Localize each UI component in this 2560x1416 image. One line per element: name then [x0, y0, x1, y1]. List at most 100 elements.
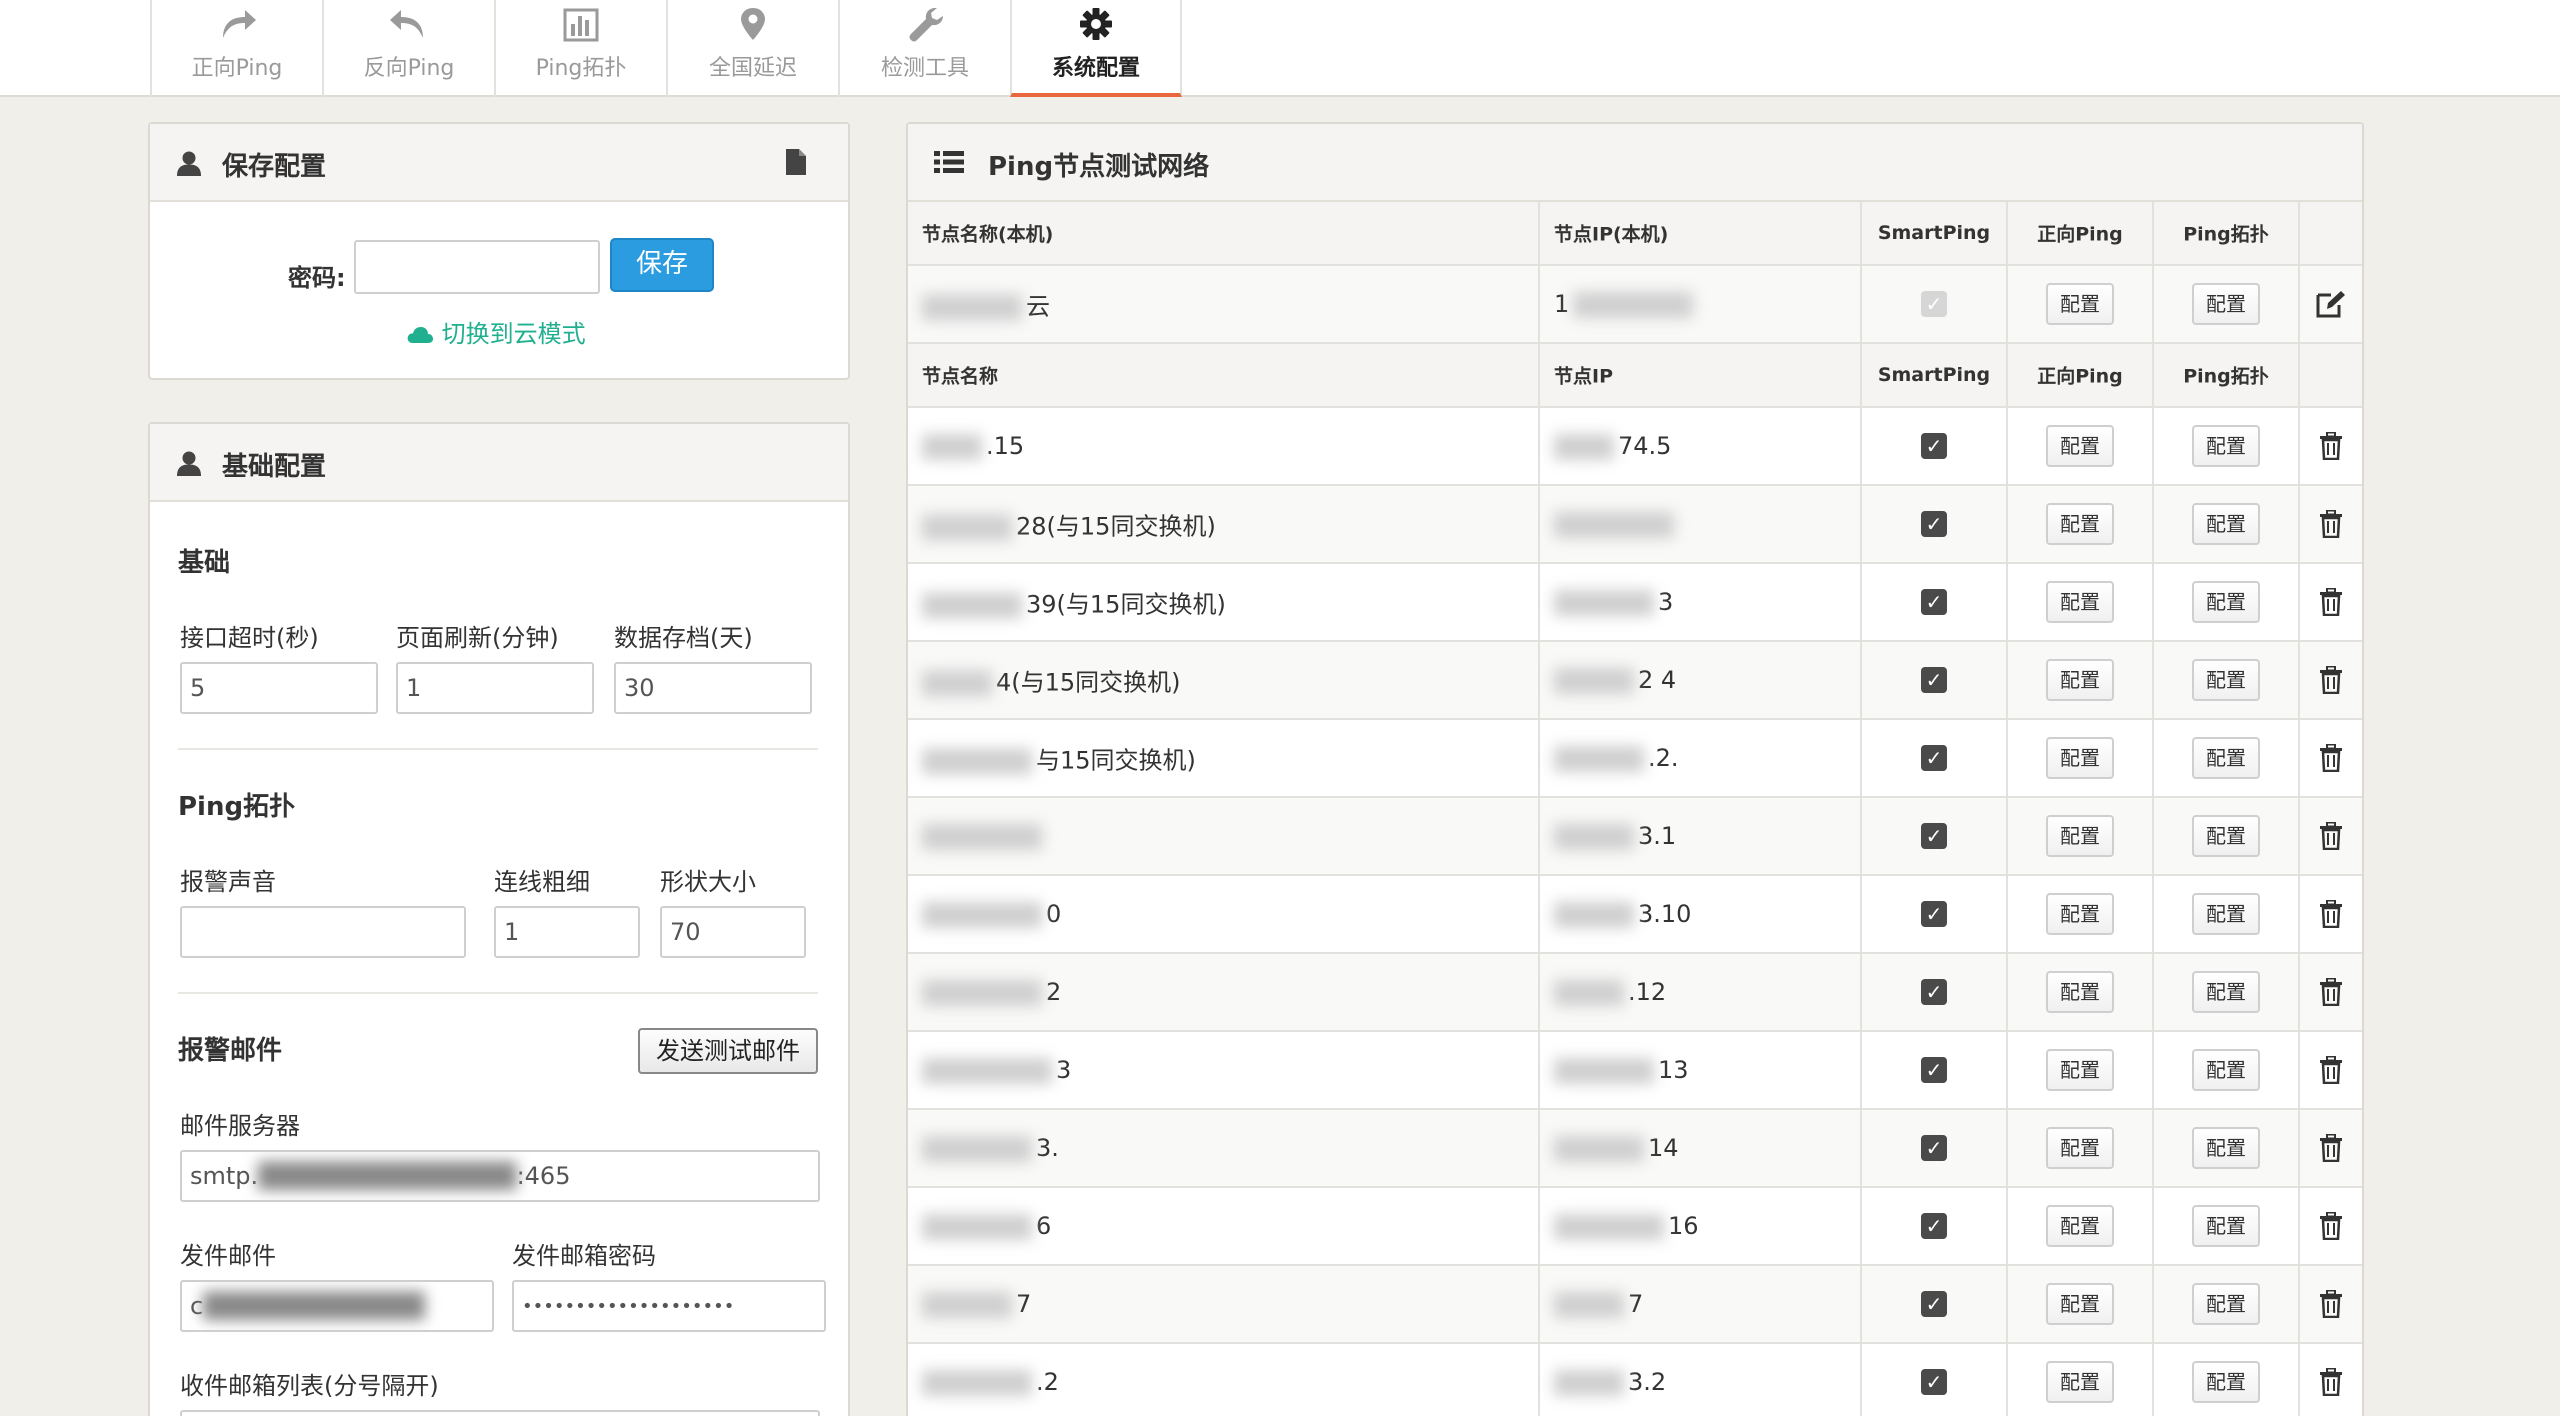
send-test-mail-button[interactable]: 发送测试邮件: [638, 1028, 818, 1074]
forward-ping-config-button[interactable]: 配置: [2046, 737, 2114, 779]
trash-icon[interactable]: [2319, 744, 2343, 772]
cell-text: [922, 822, 1046, 850]
ping-network-panel: Ping节点测试网络 节点名称(本机) 节点IP(本机) SmartPing 正向Pi…: [906, 122, 2364, 1416]
forward-ping-config-button[interactable]: 配置: [2046, 815, 2114, 857]
smartping-checkbox[interactable]: ✓: [1921, 667, 1947, 693]
cell-text: 39(与15同交换机): [922, 585, 1226, 620]
ping-topology-config-button[interactable]: 配置: [2192, 425, 2260, 467]
line-width-input[interactable]: 1: [494, 906, 640, 958]
trash-icon[interactable]: [2319, 1212, 2343, 1240]
smartping-checkbox[interactable]: ✓: [1921, 1057, 1947, 1083]
tab-label: 检测工具: [880, 56, 969, 81]
smartping-checkbox[interactable]: ✓: [1921, 1135, 1947, 1161]
sender-password-input[interactable]: ••••••••••••••••••••: [512, 1280, 826, 1332]
header-ping-topology: Ping拓扑: [2154, 344, 2300, 406]
save-button[interactable]: 保存: [610, 238, 714, 292]
smartping-checkbox[interactable]: ✓: [1921, 433, 1947, 459]
node-header-row: 节点名称 节点IP SmartPing 正向Ping Ping拓扑: [908, 344, 2362, 408]
forward-ping-config-button[interactable]: 配置: [2046, 1205, 2114, 1247]
switch-cloud-link[interactable]: 切换到云模式: [406, 314, 586, 349]
trash-icon[interactable]: [2319, 510, 2343, 538]
trash-icon[interactable]: [2319, 1290, 2343, 1318]
forward-ping-config-button[interactable]: 配置: [2046, 659, 2114, 701]
archive-input[interactable]: 30: [614, 662, 812, 714]
forward-ping-cell: 配置: [2008, 1110, 2154, 1186]
cell-text: [1554, 510, 1678, 538]
password-input[interactable]: [354, 240, 600, 294]
tab-system-config[interactable]: 系统配置: [1010, 0, 1182, 97]
node-name-cell: 7: [908, 1266, 1540, 1342]
ping-topology-config-button[interactable]: 配置: [2192, 737, 2260, 779]
forward-ping-config-button[interactable]: 配置: [2046, 971, 2114, 1013]
sender-mail-prefix: c: [190, 1292, 204, 1320]
ping-topology-config-button[interactable]: 配置: [2192, 659, 2260, 701]
cell-text: 28(与15同交换机): [922, 507, 1216, 542]
smartping-checkbox[interactable]: ✓: [1921, 901, 1947, 927]
forward-ping-config-button[interactable]: 配置: [2046, 425, 2114, 467]
smartping-checkbox[interactable]: ✓: [1921, 1369, 1947, 1395]
ping-topology-config-button[interactable]: 配置: [2192, 283, 2260, 325]
forward-ping-config-button[interactable]: 配置: [2046, 1361, 2114, 1403]
ping-topology-config-button[interactable]: 配置: [2192, 1127, 2260, 1169]
refresh-input[interactable]: 1: [396, 662, 594, 714]
ping-topology-config-button[interactable]: 配置: [2192, 1049, 2260, 1091]
tab-national-latency[interactable]: 全国延迟: [666, 0, 838, 97]
ping-topology-config-button[interactable]: 配置: [2192, 1361, 2260, 1403]
smartping-checkbox[interactable]: ✓: [1921, 589, 1947, 615]
trash-icon[interactable]: [2319, 432, 2343, 460]
alarm-sound-input[interactable]: [180, 906, 466, 958]
forward-ping-cell: 配置: [2008, 876, 2154, 952]
smartping-checkbox[interactable]: ✓: [1921, 511, 1947, 537]
smartping-checkbox[interactable]: ✓: [1921, 823, 1947, 849]
tab-detection-tools[interactable]: 检测工具: [838, 0, 1010, 97]
ping-topology-config-button[interactable]: 配置: [2192, 1205, 2260, 1247]
forward-ping-config-button[interactable]: 配置: [2046, 893, 2114, 935]
cell-value: 6: [1036, 1212, 1052, 1240]
action-cell: [2300, 486, 2362, 562]
smartping-checkbox[interactable]: ✓: [1921, 979, 1947, 1005]
redacted-text: [1554, 746, 1644, 772]
forward-ping-config-button[interactable]: 配置: [2046, 1283, 2114, 1325]
panel-title: 基础配置: [222, 452, 327, 482]
trash-icon[interactable]: [2319, 822, 2343, 850]
edit-icon[interactable]: [2315, 289, 2347, 319]
ping-topology-config-button[interactable]: 配置: [2192, 971, 2260, 1013]
tab-ping-topology[interactable]: Ping拓扑: [494, 0, 666, 97]
trash-icon[interactable]: [2319, 666, 2343, 694]
tab-forward-ping[interactable]: 正向Ping: [150, 0, 322, 97]
ping-topology-config-button[interactable]: 配置: [2192, 1283, 2260, 1325]
forward-ping-config-button[interactable]: 配置: [2046, 581, 2114, 623]
sender-mail-input[interactable]: c████████████: [180, 1280, 494, 1332]
node-ip-cell: 3: [1540, 564, 1862, 640]
smartping-checkbox[interactable]: ✓: [1921, 1213, 1947, 1239]
smartping-checkbox[interactable]: ✓: [1921, 745, 1947, 771]
node-ip-cell: 16: [1540, 1188, 1862, 1264]
tab-reverse-ping[interactable]: 反向Ping: [322, 0, 494, 97]
ping-topology-config-button[interactable]: 配置: [2192, 815, 2260, 857]
ping-topology-config-button[interactable]: 配置: [2192, 893, 2260, 935]
ping-topology-config-button[interactable]: 配置: [2192, 581, 2260, 623]
trash-icon[interactable]: [2319, 588, 2343, 616]
list-icon: [934, 151, 964, 173]
trash-icon[interactable]: [2319, 978, 2343, 1006]
ping-topology-config-button[interactable]: 配置: [2192, 503, 2260, 545]
cloud-icon: [407, 327, 433, 343]
forward-ping-config-button[interactable]: 配置: [2046, 1049, 2114, 1091]
smartping-cell: ✓: [1862, 720, 2008, 796]
forward-ping-config-button[interactable]: 配置: [2046, 1127, 2114, 1169]
timeout-input[interactable]: 5: [180, 662, 378, 714]
trash-icon[interactable]: [2319, 1368, 2343, 1396]
shape-size-input[interactable]: 70: [660, 906, 806, 958]
trash-icon[interactable]: [2319, 1056, 2343, 1084]
mail-server-input[interactable]: smtp.██████████████:465: [180, 1150, 820, 1202]
forward-ping-config-button[interactable]: 配置: [2046, 283, 2114, 325]
smartping-checkbox[interactable]: ✓: [1921, 1291, 1947, 1317]
action-cell: [2300, 1188, 2362, 1264]
smartping-checkbox[interactable]: ✓: [1921, 291, 1947, 317]
alarm-sound-label: 报警声音: [180, 868, 276, 896]
trash-icon[interactable]: [2319, 1134, 2343, 1162]
forward-ping-config-button[interactable]: 配置: [2046, 503, 2114, 545]
recipients-input[interactable]: [180, 1410, 820, 1416]
file-icon[interactable]: [784, 148, 808, 176]
trash-icon[interactable]: [2319, 900, 2343, 928]
